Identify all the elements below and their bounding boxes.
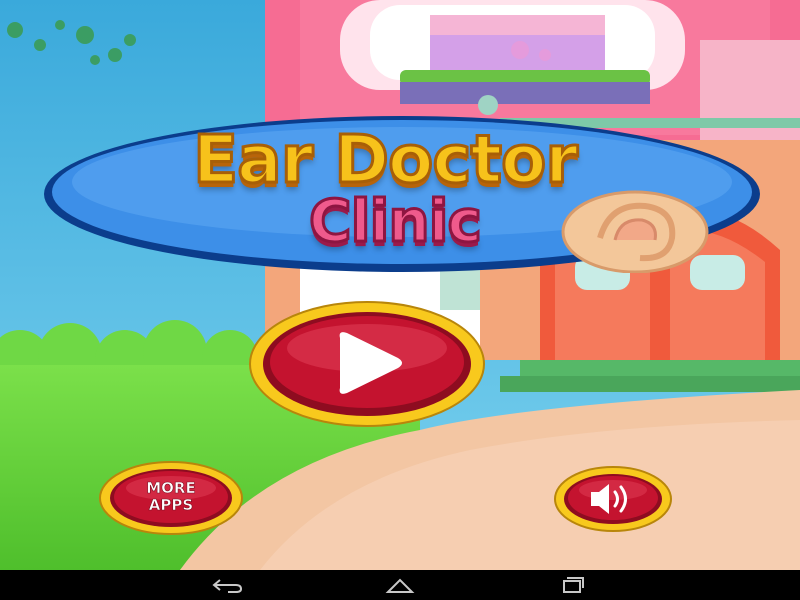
sound-toggle-button[interactable] <box>553 465 673 533</box>
game-title-line1: Ear Doctor <box>192 121 580 198</box>
recent-apps-icon <box>563 577 584 593</box>
back-button[interactable] <box>208 574 248 596</box>
game-scene: Ear Doctor Clinic MORE APPS <box>0 0 800 570</box>
game-title-line2: Clinic <box>308 187 484 255</box>
ear-icon <box>561 190 709 273</box>
sound-button-graphic <box>554 466 672 532</box>
play-button[interactable] <box>248 300 486 428</box>
recent-apps-button[interactable] <box>552 574 592 596</box>
home-button[interactable] <box>380 574 420 596</box>
home-icon <box>385 578 415 593</box>
more-apps-button[interactable]: MORE APPS <box>98 460 244 536</box>
back-icon <box>212 579 243 593</box>
more-apps-label: MORE APPS <box>146 479 196 514</box>
system-navigation-bar <box>0 570 800 600</box>
play-button-graphic <box>249 301 485 427</box>
